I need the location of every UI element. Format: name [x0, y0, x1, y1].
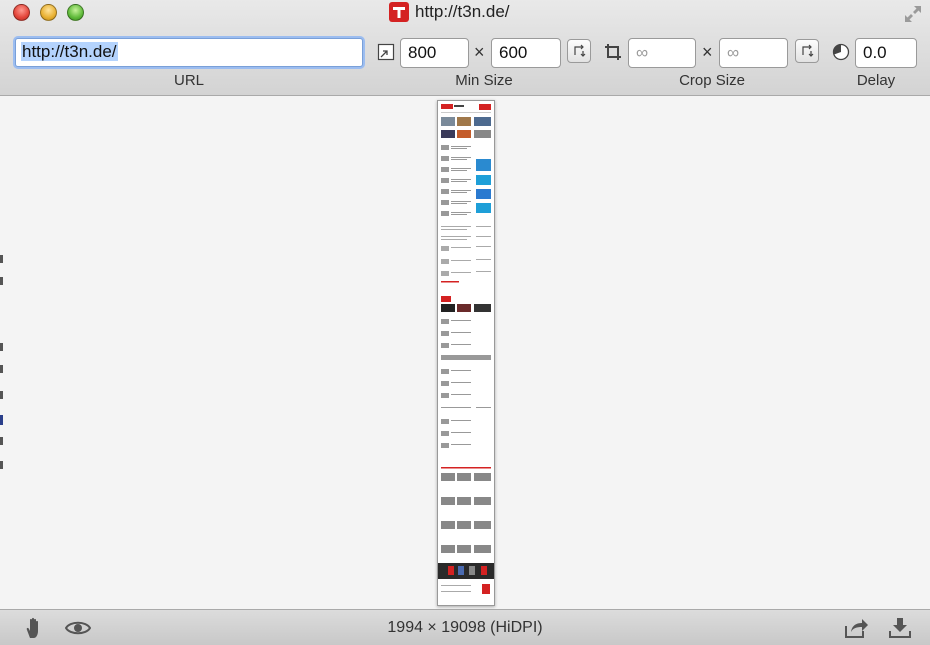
crop-size-separator: ×: [702, 42, 713, 62]
swap-icon: [802, 44, 814, 57]
resize-icon: [377, 43, 395, 61]
delay-label: Delay: [856, 72, 896, 89]
min-size-label: Min Size: [455, 72, 513, 89]
status-bar: 1994 × 19098 (HiDPI): [0, 609, 930, 645]
preview-area: [0, 97, 930, 609]
share-icon[interactable]: [843, 616, 869, 640]
download-icon[interactable]: [887, 616, 913, 640]
image-dimensions: 1994 × 19098 (HiDPI): [387, 619, 543, 636]
app-window: http://t3n.de/ http://t3n.de/ URL 800 × …: [0, 0, 930, 645]
crop-icon: [604, 43, 622, 61]
crop-width-input[interactable]: ∞: [628, 38, 696, 68]
left-edge-artifact: [0, 247, 4, 487]
swap-crop-size-button[interactable]: [795, 39, 819, 63]
url-input[interactable]: http://t3n.de/: [15, 38, 363, 67]
close-window-button[interactable]: [13, 4, 30, 21]
fullscreen-icon[interactable]: [903, 4, 923, 24]
crop-size-label: Crop Size: [679, 72, 745, 89]
min-size-separator: ×: [474, 42, 485, 62]
crop-height-input[interactable]: ∞: [719, 38, 788, 68]
url-input-value: http://t3n.de/: [21, 42, 118, 61]
screenshot-preview-image[interactable]: [437, 100, 495, 606]
t3n-logo-icon: [389, 2, 409, 22]
min-height-input[interactable]: 600: [491, 38, 561, 68]
swap-icon: [574, 44, 586, 57]
window-title: http://t3n.de/: [415, 2, 510, 21]
minimize-window-button[interactable]: [40, 4, 57, 21]
url-label: URL: [173, 72, 204, 89]
timer-icon: [832, 43, 850, 61]
delay-input[interactable]: 0.0: [855, 38, 917, 68]
zoom-window-button[interactable]: [67, 4, 84, 21]
swap-min-size-button[interactable]: [567, 39, 591, 63]
toolbar: http://t3n.de/ http://t3n.de/ URL 800 × …: [0, 0, 930, 96]
min-width-input[interactable]: 800: [400, 38, 469, 68]
